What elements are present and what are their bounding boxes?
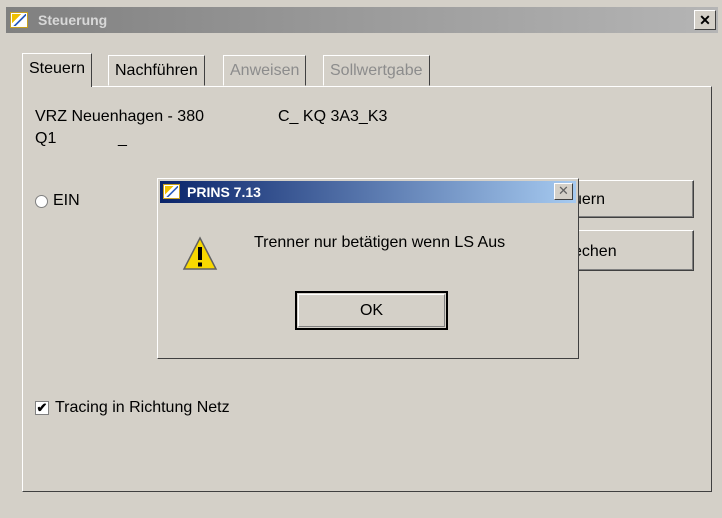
station-label: VRZ Neuenhagen - 380 — [35, 108, 204, 125]
tab-label: Sollwertgabe — [330, 62, 423, 79]
dialog-close-button[interactable]: ✕ — [554, 183, 573, 200]
dialog-title: PRINS 7.13 — [187, 184, 261, 200]
tab-nachfuehren[interactable]: Nachführen — [108, 55, 205, 86]
close-icon: ✕ — [699, 12, 711, 28]
tab-label: Nachführen — [115, 62, 198, 79]
tab-anweisen[interactable]: Anweisen — [223, 55, 307, 86]
dialog-message: Trenner nur betätigen wenn LS Aus — [254, 234, 506, 251]
tab-steuern[interactable]: Steuern — [22, 53, 93, 87]
tab-label: Anweisen — [230, 62, 300, 79]
ok-button-label: OK — [359, 302, 384, 319]
steuern-button[interactable]: uern — [560, 180, 694, 218]
dialog-titlebar[interactable]: PRINS 7.13 ✕ — [160, 181, 576, 203]
device-label: Q1 — [35, 130, 57, 147]
prins-app-icon — [10, 12, 28, 28]
ein-radio-label: EIN — [53, 192, 80, 209]
abbrechen-button-label: echen — [573, 243, 617, 260]
ok-button[interactable]: OK — [295, 291, 448, 330]
ein-radio[interactable] — [35, 195, 48, 208]
checkmark-icon: ✔ — [36, 400, 48, 415]
window-close-button[interactable]: ✕ — [694, 10, 716, 30]
tab-label: Steuern — [29, 60, 86, 77]
device-state-label: _ — [118, 130, 127, 147]
abbrechen-button[interactable]: echen — [560, 230, 694, 271]
tab-sollwertgabe[interactable]: Sollwertgabe — [323, 55, 430, 86]
tracing-checkbox[interactable]: ✔ — [35, 401, 49, 415]
tracing-checkbox-label: Tracing in Richtung Netz — [55, 399, 230, 416]
window-titlebar[interactable]: Steuerung ✕ — [6, 7, 718, 33]
warning-icon — [182, 236, 218, 270]
window-title: Steuerung — [38, 12, 108, 28]
field-code-label: C_ KQ 3A3_K3 — [278, 108, 388, 125]
prins-app-icon — [163, 184, 180, 199]
message-dialog: PRINS 7.13 ✕ Trenner nur betätigen wenn … — [157, 178, 579, 359]
close-icon: ✕ — [558, 183, 569, 198]
